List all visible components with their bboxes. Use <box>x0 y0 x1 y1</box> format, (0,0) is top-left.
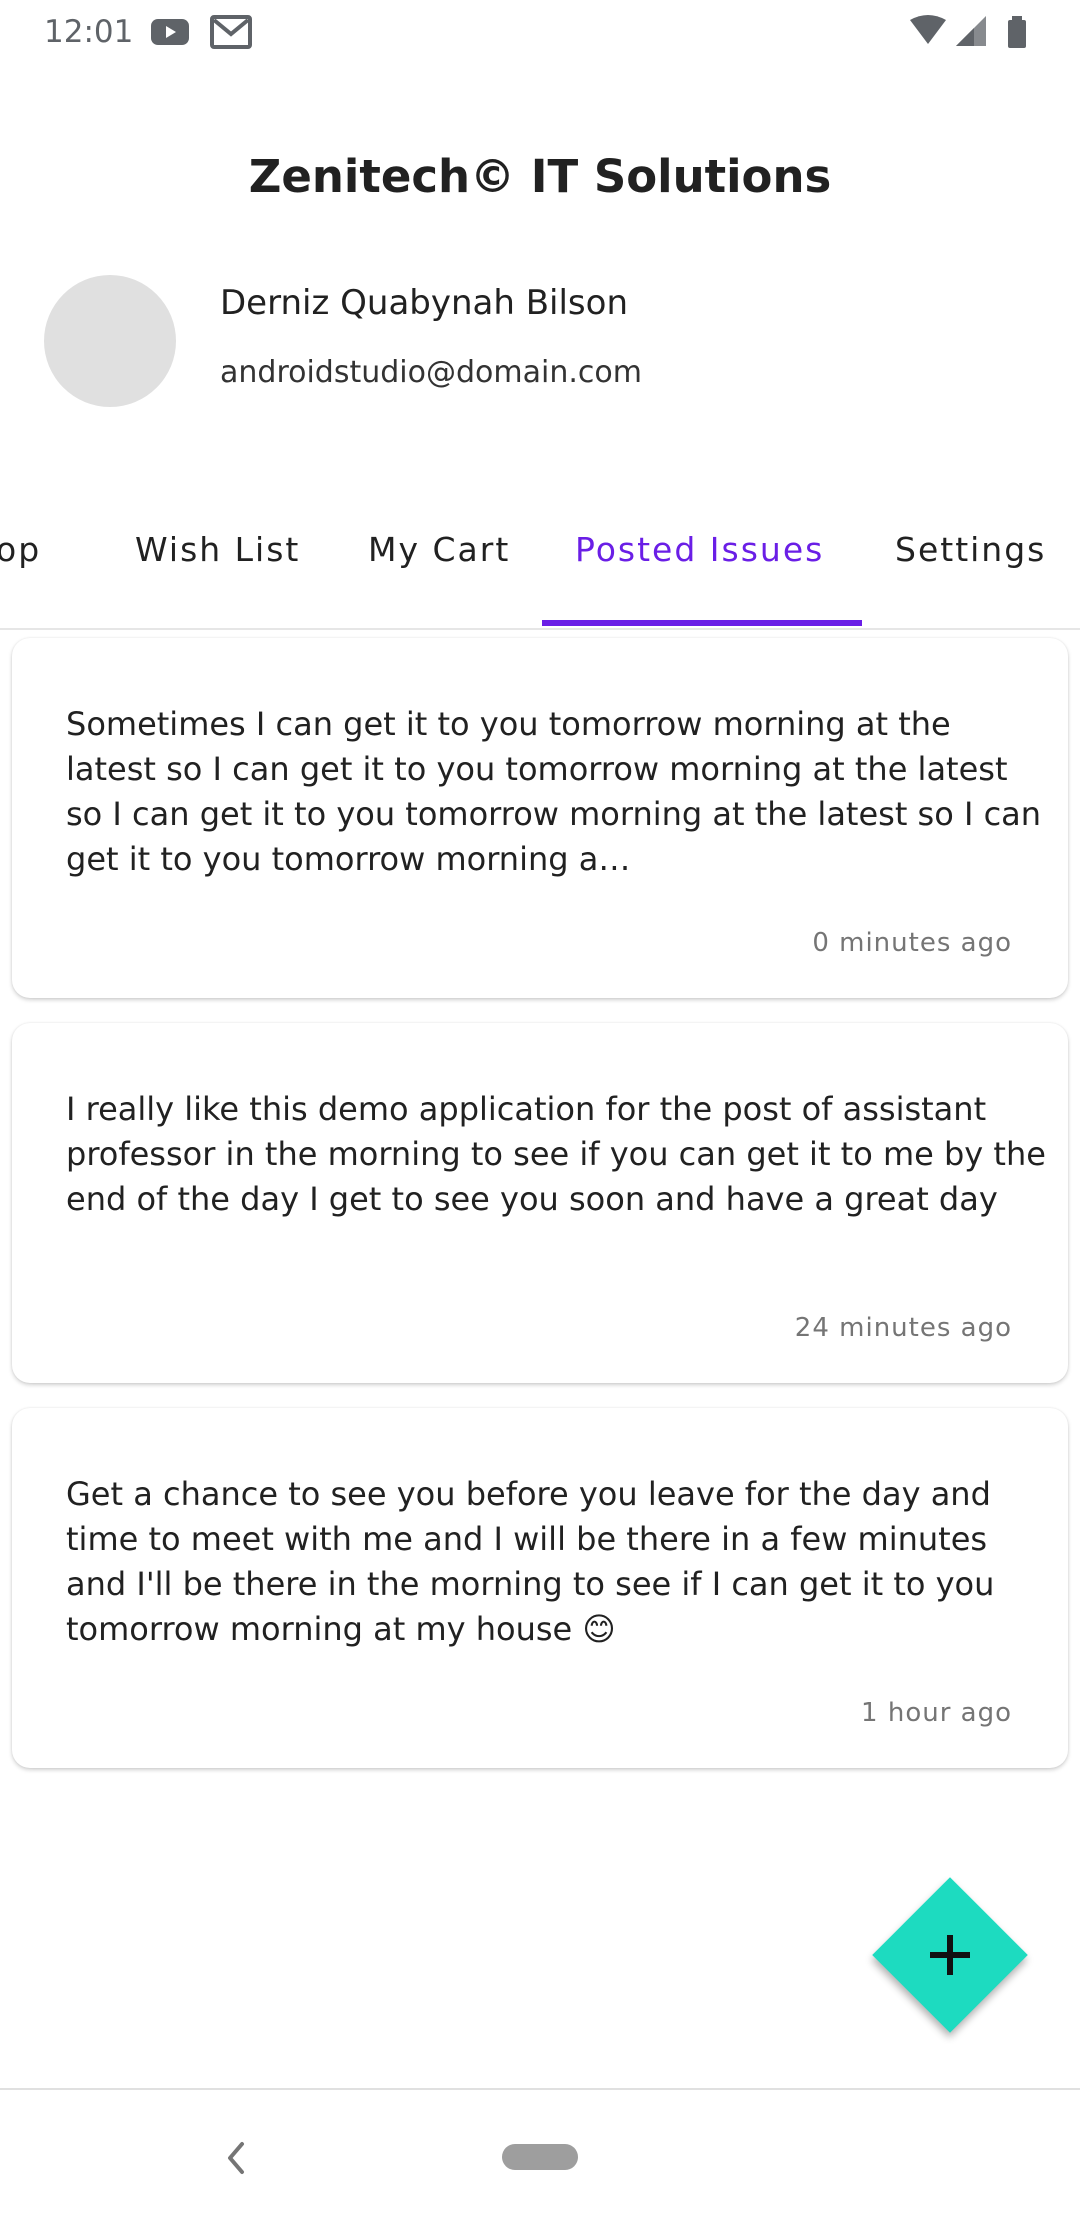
status-bar: 12:01 <box>0 0 1080 66</box>
gmail-icon <box>210 15 252 49</box>
issue-text: I really like this demo application for … <box>66 1090 1046 1218</box>
battery-icon <box>1008 20 1026 48</box>
user-name: Derniz Quabynah Bilson <box>220 283 628 323</box>
tab-posted-issues[interactable]: Posted Issues <box>575 530 824 569</box>
app-title: Zenitech© IT Solutions <box>248 150 832 203</box>
avatar[interactable] <box>44 275 176 407</box>
issue-time: 24 minutes ago <box>794 1313 1012 1343</box>
issue-text: Get a chance to see you before you leave… <box>66 1475 995 1648</box>
tab-my-cart[interactable]: My Cart <box>368 530 510 569</box>
youtube-icon <box>151 19 189 45</box>
tab-shop[interactable]: op <box>0 530 41 569</box>
tab-bar: op Wish List My Cart Posted Issues Setti… <box>0 510 1080 630</box>
navigation-bar <box>0 2088 1080 2220</box>
back-icon[interactable] <box>218 2138 254 2178</box>
issue-time: 0 minutes ago <box>812 928 1012 958</box>
screen: 12:01 Zenitech© IT Solutions Derniz Quab… <box>0 0 1080 2220</box>
issue-card[interactable]: Sometimes I can get it to you tomorrow m… <box>12 638 1068 998</box>
issue-card[interactable]: I really like this demo application for … <box>12 1023 1068 1383</box>
plus-icon <box>895 1900 1005 2010</box>
home-button[interactable] <box>502 2144 578 2170</box>
status-time: 12:01 <box>44 14 134 50</box>
status-indicators <box>910 15 1026 48</box>
user-email: androidstudio@domain.com <box>220 355 642 390</box>
tab-wish-list[interactable]: Wish List <box>135 530 300 569</box>
issue-card[interactable]: Get a chance to see you before you leave… <box>12 1408 1068 1768</box>
issue-text: Sometimes I can get it to you tomorrow m… <box>66 705 1042 878</box>
tab-indicator <box>542 620 862 626</box>
issue-time: 1 hour ago <box>861 1698 1012 1728</box>
tab-settings[interactable]: Settings <box>895 530 1046 569</box>
wifi-icon <box>910 15 946 44</box>
